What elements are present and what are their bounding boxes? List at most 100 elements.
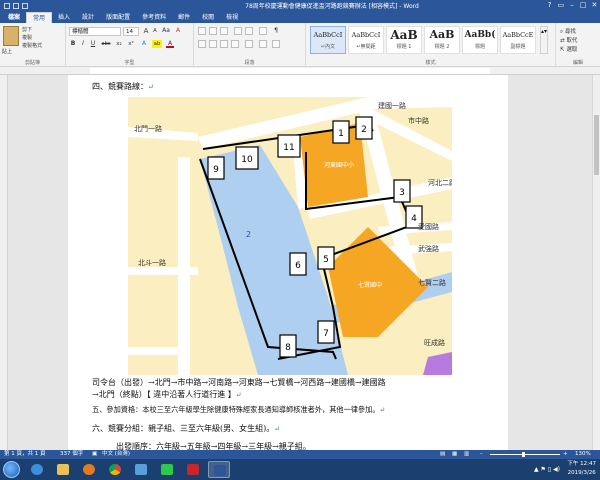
help-button[interactable]: ? xyxy=(544,0,555,11)
tab-mailings[interactable]: 郵件 xyxy=(172,12,196,23)
clear-format-button[interactable]: A xyxy=(174,27,182,35)
zoom-out-icon[interactable]: – xyxy=(480,450,483,459)
paste-label[interactable]: 貼上 xyxy=(2,48,12,55)
zoom-in-icon[interactable]: + xyxy=(563,450,568,459)
align-center-icon[interactable] xyxy=(209,40,217,48)
change-case-button[interactable]: Aa xyxy=(161,27,171,35)
taskbar-ie[interactable] xyxy=(26,461,48,478)
ribbon-display-button[interactable]: ▭ xyxy=(555,0,566,11)
language-indicator[interactable]: 中文 (台灣) xyxy=(102,450,130,459)
multilevel-list-icon[interactable] xyxy=(220,27,228,35)
font-color-button[interactable]: A xyxy=(166,40,174,48)
label-hebei: 河北二路 xyxy=(428,178,452,187)
clock[interactable]: 下午 12:47 2019/3/26 xyxy=(567,460,596,478)
align-right-icon[interactable] xyxy=(220,40,228,48)
bold-button[interactable]: B xyxy=(69,40,77,48)
font-group: 標楷體 14 A A Aa A B I U abc x₂ x² A ab A 字… xyxy=(66,23,194,67)
taskbar-explorer[interactable] xyxy=(52,461,74,478)
style-subtitle[interactable]: AaBbCcE 副標題 xyxy=(500,26,536,54)
style-heading-2-sample: AaB xyxy=(429,28,455,41)
tab-home[interactable]: 常用 xyxy=(26,12,53,23)
label-jianguo: 建國一路 xyxy=(378,101,406,110)
shrink-font-button[interactable]: A xyxy=(151,27,159,35)
align-left-icon[interactable] xyxy=(198,40,206,48)
scroll-thumb[interactable] xyxy=(594,115,599,175)
zoom-level[interactable]: 130% xyxy=(575,450,591,459)
acrobat-icon xyxy=(187,464,199,475)
start-button[interactable] xyxy=(3,461,20,478)
justify-icon[interactable] xyxy=(231,40,239,48)
sort-icon[interactable] xyxy=(259,27,267,35)
copy-button[interactable]: 複製 xyxy=(22,34,32,41)
grow-font-button[interactable]: A xyxy=(142,27,150,35)
replace-button[interactable]: ⇄ 取代 xyxy=(560,36,577,44)
line-spacing-icon[interactable] xyxy=(245,40,253,48)
shading-icon[interactable] xyxy=(259,40,267,48)
decrease-indent-icon[interactable] xyxy=(234,27,242,35)
text-effects-button[interactable]: A xyxy=(140,40,148,48)
tab-review[interactable]: 校閱 xyxy=(196,12,220,23)
taskbar-line[interactable] xyxy=(156,461,178,478)
zoom-slider[interactable] xyxy=(490,454,560,455)
style-normal[interactable]: AaBbCcI ↵內文 xyxy=(310,26,346,54)
tab-layout[interactable]: 版面配置 xyxy=(100,12,136,23)
print-layout-icon[interactable]: ▦ xyxy=(452,450,457,459)
vertical-ruler[interactable] xyxy=(0,75,8,450)
subscript-button[interactable]: x₂ xyxy=(114,40,124,48)
document-canvas: 四、競賽路線：↵ 1 2 3 4 5 6 7 8 9 10 11 建國一路 市中… xyxy=(8,75,600,451)
increase-indent-icon[interactable] xyxy=(245,27,253,35)
superscript-button[interactable]: x² xyxy=(126,40,136,48)
document-page[interactable]: 四、競賽路線：↵ 1 2 3 4 5 6 7 8 9 10 11 建國一路 市中… xyxy=(68,75,508,451)
undo-icon[interactable] xyxy=(13,2,19,9)
web-layout-icon[interactable]: ▥ xyxy=(464,450,469,459)
styles-group: AaBbCcI ↵內文 AaBbCcI ↵無間距 AaB 標題 1 AaB 標題… xyxy=(306,23,556,67)
highlight-button[interactable]: ab xyxy=(152,40,162,48)
tab-insert[interactable]: 插入 xyxy=(52,12,76,23)
show-marks-button[interactable]: ¶ xyxy=(272,27,280,35)
clock-date: 2019/3/26 xyxy=(567,470,596,476)
paste-icon[interactable] xyxy=(3,26,19,46)
numbering-icon[interactable] xyxy=(209,27,217,35)
styles-scroll-icon[interactable]: ▴▾ xyxy=(540,26,548,54)
page-count[interactable]: 第 1 頁，共 1 頁 xyxy=(4,450,46,459)
tab-references[interactable]: 參考資料 xyxy=(136,12,172,23)
format-painter-button[interactable]: 複製格式 xyxy=(22,42,42,49)
folder-icon xyxy=(57,464,69,475)
taskbar-acrobat[interactable] xyxy=(182,461,204,478)
close-button[interactable]: ✕ xyxy=(589,0,600,11)
taskbar-word[interactable] xyxy=(208,461,230,478)
cut-button[interactable]: 剪下 xyxy=(22,26,32,33)
minimize-button[interactable]: – xyxy=(566,0,577,11)
style-title[interactable]: AaBb( 標題 xyxy=(462,26,498,54)
underline-button[interactable]: U xyxy=(89,40,97,48)
horizontal-ruler[interactable] xyxy=(0,67,600,75)
zoom-slider-thumb[interactable] xyxy=(522,452,525,457)
system-tray[interactable]: ▲ ⚑ ▯ ◀) xyxy=(534,466,560,473)
style-heading-1[interactable]: AaB 標題 1 xyxy=(386,26,422,54)
tab-design[interactable]: 設計 xyxy=(76,12,100,23)
borders-icon[interactable] xyxy=(272,40,280,48)
taskbar-app[interactable] xyxy=(130,461,152,478)
italic-button[interactable]: I xyxy=(79,40,87,48)
select-button[interactable]: ⇱ 選取 xyxy=(560,45,577,53)
style-no-spacing[interactable]: AaBbCcI ↵無間距 xyxy=(348,26,384,54)
bullets-icon[interactable] xyxy=(198,27,206,35)
font-name-select[interactable]: 標楷體 xyxy=(69,27,121,36)
style-heading-2[interactable]: AaB 標題 2 xyxy=(424,26,460,54)
taskbar: ▲ ⚑ ▯ ◀) 下午 12:47 2019/3/26 xyxy=(0,459,600,480)
status-bar: 第 1 頁，共 1 頁 337 個字 ▣ 中文 (台灣) ▤ ▦ ▥ – + 1… xyxy=(0,450,600,459)
tab-view[interactable]: 檢視 xyxy=(220,12,244,23)
font-size-select[interactable]: 14 xyxy=(123,27,139,36)
read-mode-icon[interactable]: ▤ xyxy=(440,450,445,459)
find-button[interactable]: ⌕ 尋找 xyxy=(560,27,576,36)
redo-icon[interactable] xyxy=(22,2,28,9)
tab-file[interactable]: 檔案 xyxy=(2,12,27,23)
strikethrough-button[interactable]: abc xyxy=(100,40,112,48)
save-icon[interactable] xyxy=(4,2,10,9)
vertical-scrollbar[interactable] xyxy=(592,75,600,450)
proofing-icon[interactable]: ▣ xyxy=(92,450,97,459)
word-count[interactable]: 337 個字 xyxy=(60,450,83,459)
taskbar-media[interactable] xyxy=(78,461,100,478)
maximize-button[interactable]: □ xyxy=(578,0,589,11)
taskbar-chrome[interactable] xyxy=(104,461,126,478)
